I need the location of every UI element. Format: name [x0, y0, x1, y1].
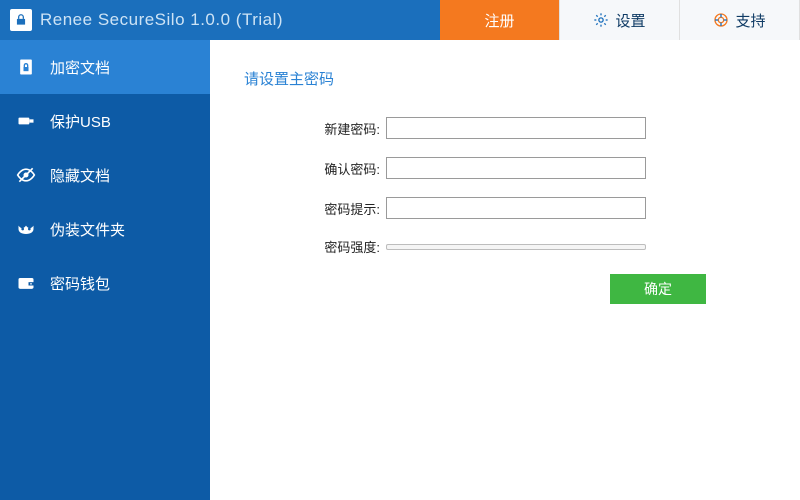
password-strength-bar: [386, 244, 646, 250]
row-confirm-password: 确认密码:: [300, 157, 770, 179]
lock-icon: [14, 13, 28, 27]
eye-off-icon: [16, 165, 36, 185]
confirm-password-input[interactable]: [386, 157, 646, 179]
tab-settings[interactable]: 设置: [560, 0, 680, 40]
label-new-password: 新建密码:: [300, 119, 380, 138]
sidebar-item-label: 密码钱包: [50, 273, 110, 294]
app-icon: [10, 9, 32, 31]
lifebuoy-icon: [713, 12, 729, 28]
tab-settings-label: 设置: [615, 10, 645, 31]
confirm-button-label: 确定: [644, 279, 672, 299]
sidebar-item-label: 隐藏文档: [50, 165, 110, 186]
row-hint: 密码提示:: [300, 197, 770, 219]
label-confirm-password: 确认密码:: [300, 159, 380, 178]
form-title: 请设置主密码: [244, 68, 770, 89]
gear-icon: [593, 12, 609, 28]
titlebar: Renee SecureSilo 1.0.0 (Trial) 注册 设置: [0, 0, 800, 40]
usb-icon: [16, 111, 36, 131]
sidebar-item-protect-usb[interactable]: 保护USB: [0, 94, 210, 148]
app-window: Renee SecureSilo 1.0.0 (Trial) 注册 设置: [0, 0, 800, 500]
confirm-button[interactable]: 确定: [610, 274, 706, 304]
button-row: 确定: [300, 274, 770, 304]
label-strength: 密码强度:: [300, 237, 380, 256]
mask-icon: [16, 219, 36, 239]
app-title: Renee SecureSilo 1.0.0 (Trial): [40, 10, 283, 30]
title-left: Renee SecureSilo 1.0.0 (Trial): [0, 9, 283, 31]
tab-register[interactable]: 注册: [440, 0, 560, 40]
tab-register-label: 注册: [484, 10, 514, 31]
content-pane: 请设置主密码 新建密码: 确认密码: 密码提示: 密码强度:: [210, 40, 800, 500]
sidebar-item-label: 伪装文件夹: [50, 219, 125, 240]
sidebar-item-label: 加密文档: [50, 57, 110, 78]
row-new-password: 新建密码:: [300, 117, 770, 139]
sidebar-item-label: 保护USB: [50, 111, 111, 132]
hint-input[interactable]: [386, 197, 646, 219]
sidebar: 加密文档 保护USB 隐藏文档: [0, 40, 210, 500]
sidebar-item-encrypt-docs[interactable]: 加密文档: [0, 40, 210, 94]
tab-support[interactable]: 支持: [680, 0, 800, 40]
document-lock-icon: [16, 57, 36, 77]
master-password-form: 新建密码: 确认密码: 密码提示: 密码强度:: [300, 117, 770, 256]
tabbar: 注册 设置: [440, 0, 800, 40]
new-password-input[interactable]: [386, 117, 646, 139]
label-hint: 密码提示:: [300, 199, 380, 218]
sidebar-item-password-wallet[interactable]: 密码钱包: [0, 256, 210, 310]
main-area: 加密文档 保护USB 隐藏文档: [0, 40, 800, 500]
sidebar-item-hide-docs[interactable]: 隐藏文档: [0, 148, 210, 202]
wallet-icon: [16, 273, 36, 293]
sidebar-item-disguise-folder[interactable]: 伪装文件夹: [0, 202, 210, 256]
row-strength: 密码强度:: [300, 237, 770, 256]
tab-support-label: 支持: [735, 10, 765, 31]
